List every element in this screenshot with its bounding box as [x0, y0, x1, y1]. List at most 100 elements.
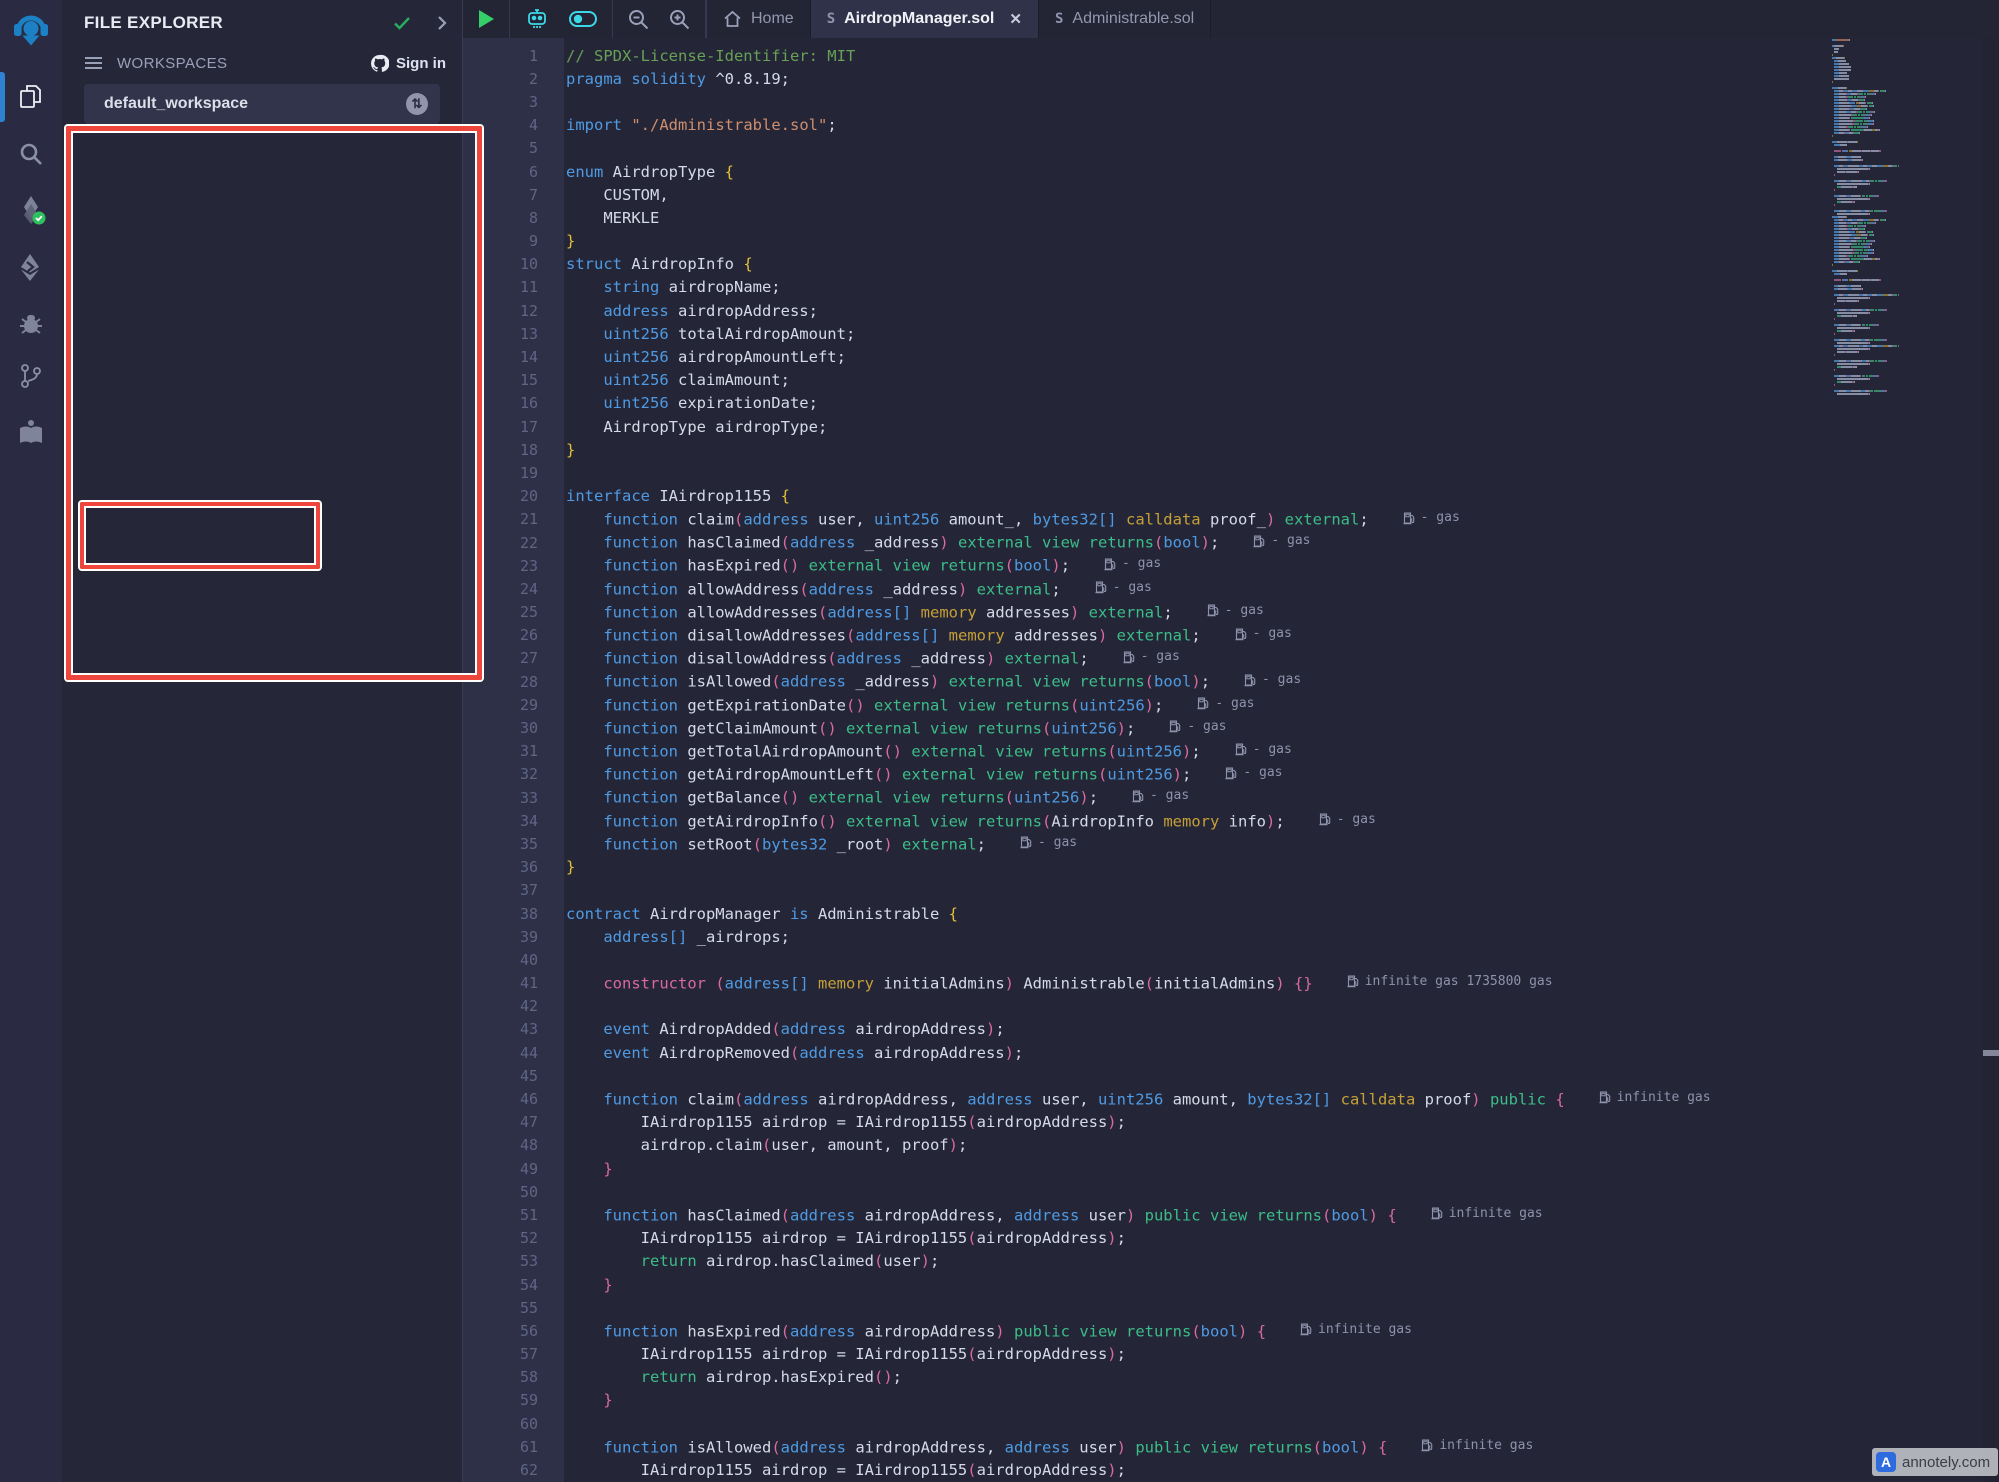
code-line: 8 MERKLE: [463, 206, 1999, 229]
run-group: [463, 0, 510, 38]
code-line: 3: [463, 90, 1999, 113]
code-text: event AirdropRemoved(address airdropAddr…: [538, 1044, 1023, 1062]
remix-ai-robot-button[interactable]: [524, 6, 550, 32]
copilot-toggle[interactable]: [568, 9, 598, 29]
code-text: IAirdrop1155 airdrop = IAirdrop1155(aird…: [538, 1461, 1126, 1479]
line-number: 27: [463, 649, 538, 667]
code-text: uint256 claimAmount;: [538, 371, 790, 389]
line-number: 59: [463, 1391, 538, 1409]
chevron-right-icon[interactable]: [436, 14, 448, 32]
remix-logo-icon: [10, 9, 52, 51]
code-text: function claim(address airdropAddress, a…: [538, 1090, 1711, 1109]
gas-pump-icon: [1132, 789, 1144, 803]
solidity-compiler-icon: [16, 194, 46, 226]
gas-estimate-badge: infinite gas: [1421, 1438, 1533, 1453]
icon-rail: [0, 0, 62, 1482]
line-number: 4: [463, 116, 538, 134]
workspace-select[interactable]: default_workspace ⇅: [84, 84, 440, 124]
code-text: }: [538, 232, 575, 250]
code-line: 19: [463, 461, 1999, 484]
tab-airdropmanager-sol[interactable]: SAirdropManager.sol✕: [811, 0, 1039, 38]
gas-estimate-badge: - gas: [1123, 649, 1180, 664]
code-text: function getExpirationDate() external vi…: [538, 696, 1255, 715]
minimap[interactable]: [1832, 30, 1976, 396]
code-text: function claim(address user, uint256 amo…: [538, 510, 1460, 529]
code-line: 27 function disallowAddress(address _add…: [463, 647, 1999, 670]
zoom-out-button[interactable]: [627, 8, 650, 31]
tab-bar: Home SAirdropManager.sol✕SAdministrable.…: [463, 0, 1999, 38]
sidebar-item-search[interactable]: [0, 130, 62, 178]
gas-estimate-badge: - gas: [1132, 788, 1189, 803]
gas-pump-icon: [1225, 766, 1237, 780]
code-line: 39 address[] _airdrops;: [463, 925, 1999, 948]
code-line: 41 constructor (address[] memory initial…: [463, 972, 1999, 995]
gas-pump-icon: [1169, 719, 1181, 733]
code-text: }: [538, 1391, 613, 1409]
scrollbar-track[interactable]: [1983, 0, 1999, 1482]
sidebar-item-file-explorer[interactable]: [0, 72, 62, 120]
code-text: function allowAddress(address _address) …: [538, 580, 1152, 599]
sidebar-item-deploy-run[interactable]: [0, 243, 62, 291]
sidebar-item-solidity-compiler[interactable]: [0, 186, 62, 234]
tab-label: AirdropManager.sol: [844, 10, 994, 28]
gas-estimate-badge: - gas: [1197, 696, 1254, 711]
close-icon[interactable]: ✕: [1009, 10, 1022, 28]
line-number: 21: [463, 510, 538, 528]
code-text: CUSTOM,: [538, 186, 669, 204]
code-text: struct AirdropInfo {: [538, 255, 753, 273]
code-text: IAirdrop1155 airdrop = IAirdrop1155(aird…: [538, 1113, 1126, 1131]
code-line: 12 address airdropAddress;: [463, 299, 1999, 322]
code-line: 43 event AirdropAdded(address airdropAdd…: [463, 1018, 1999, 1041]
gas-pump-icon: [1319, 812, 1331, 826]
code-line: 26 function disallowAddresses(address[] …: [463, 624, 1999, 647]
gas-pump-icon: [1207, 603, 1219, 617]
zoom-in-button[interactable]: [668, 8, 691, 31]
code-line: 24 function allowAddress(address _addres…: [463, 577, 1999, 600]
sign-in-button[interactable]: Sign in: [370, 54, 446, 73]
code-line: 42: [463, 995, 1999, 1018]
code-text: function getClaimAmount() external view …: [538, 719, 1227, 738]
play-button[interactable]: [477, 9, 495, 29]
sidebar-item-git[interactable]: [0, 352, 62, 400]
code-line: 60: [463, 1412, 1999, 1435]
gas-estimate-badge: - gas: [1403, 510, 1460, 525]
tab-administrable-sol[interactable]: SAdministrable.sol: [1039, 0, 1211, 38]
remix-logo[interactable]: [0, 6, 62, 54]
line-number: 34: [463, 812, 538, 830]
file-explorer-icon: [18, 83, 45, 110]
code-line: 22 function hasClaimed(address _address)…: [463, 531, 1999, 554]
line-number: 23: [463, 557, 538, 575]
watermark: A annotely.com: [1872, 1448, 1998, 1476]
tab-home[interactable]: Home: [706, 0, 811, 38]
code-text: }: [538, 441, 575, 459]
line-number: 7: [463, 186, 538, 204]
gas-estimate-badge: - gas: [1095, 580, 1152, 595]
gas-estimate-badge: - gas: [1319, 812, 1376, 827]
line-number: 17: [463, 418, 538, 436]
bug-icon: [17, 310, 45, 338]
code-line: 34 function getAirdropInfo() external vi…: [463, 809, 1999, 832]
code-text: pragma solidity ^0.8.19;: [538, 70, 790, 88]
code-line: 1// SPDX-License-Identifier: MIT: [463, 44, 1999, 67]
code-text: }: [538, 1160, 613, 1178]
gas-pump-icon: [1403, 511, 1415, 525]
code-line: 47 IAirdrop1155 airdrop = IAirdrop1155(a…: [463, 1111, 1999, 1134]
gas-pump-icon: [1095, 580, 1107, 594]
line-number: 47: [463, 1113, 538, 1131]
code-text: AirdropType airdropType;: [538, 418, 827, 436]
scrollbar-thumb[interactable]: [1983, 1050, 1999, 1056]
sidebar-item-debugger[interactable]: [0, 300, 62, 348]
code-text: uint256 airdropAmountLeft;: [538, 348, 846, 366]
editor[interactable]: Home SAirdropManager.sol✕SAdministrable.…: [463, 0, 1999, 1482]
workspace-switch-icon[interactable]: ⇅: [406, 93, 428, 115]
code-area[interactable]: 1// SPDX-License-Identifier: MIT2pragma …: [463, 38, 1999, 1482]
code-text: address airdropAddress;: [538, 302, 818, 320]
hamburger-menu-icon[interactable]: [84, 56, 103, 70]
sidebar-item-learneth[interactable]: [0, 408, 62, 456]
code-line: 54 }: [463, 1273, 1999, 1296]
line-number: 53: [463, 1252, 538, 1270]
code-text: function setRoot(bytes32 _root) external…: [538, 835, 1077, 854]
code-line: 58 return airdrop.hasExpired();: [463, 1366, 1999, 1389]
code-text: function getAirdropAmountLeft() external…: [538, 765, 1282, 784]
code-text: function isAllowed(address _address) ext…: [538, 672, 1301, 691]
